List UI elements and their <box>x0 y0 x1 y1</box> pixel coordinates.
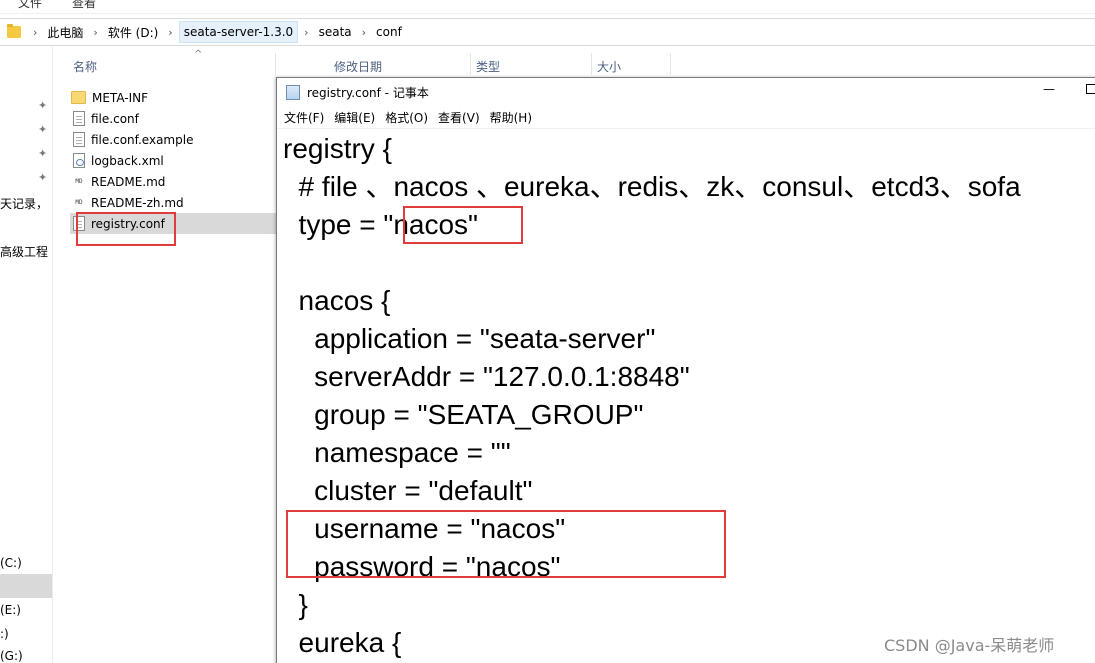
code-line: namespace = "" <box>283 437 511 468</box>
minimize-button[interactable]: — <box>1043 82 1055 96</box>
document-icon <box>73 132 85 147</box>
address-bar[interactable]: › 此电脑 › 软件 (D:) › seata-server-1.3.0 › s… <box>0 18 1095 46</box>
text-editor-area[interactable]: registry { # file 、nacos 、eureka、redis、z… <box>277 128 1095 663</box>
breadcrumb-this-pc[interactable]: 此电脑 <box>43 21 87 44</box>
nav-item-drive[interactable]: :) <box>0 627 9 641</box>
column-header-size[interactable]: 大小 <box>597 58 621 75</box>
column-header-modified[interactable]: 修改日期 <box>334 58 382 75</box>
pin-icon[interactable]: ✦ <box>38 123 47 136</box>
pin-icon[interactable]: ✦ <box>38 99 47 112</box>
menu-edit[interactable]: 编辑(E) <box>334 109 375 126</box>
chevron-right-icon[interactable]: › <box>33 26 37 39</box>
markdown-file-icon: MD <box>75 199 83 206</box>
markdown-file-icon: MD <box>75 178 83 185</box>
xml-file-icon <box>73 153 85 168</box>
breadcrumb-seata-server[interactable]: seata-server-1.3.0 <box>178 21 299 43</box>
menu-format[interactable]: 格式(O) <box>385 109 428 126</box>
nav-item-drive-g[interactable]: (G:) <box>0 649 23 663</box>
notepad-menubar: 文件(F) 编辑(E) 格式(O) 查看(V) 帮助(H) <box>277 106 1095 128</box>
breadcrumb-drive-d[interactable]: 软件 (D:) <box>104 21 162 44</box>
ribbon-tab-view[interactable]: 查看 <box>72 0 96 11</box>
chevron-right-icon[interactable]: › <box>168 26 172 39</box>
column-header-name[interactable]: 名称 <box>73 58 97 75</box>
watermark: CSDN @Java-呆萌老师 <box>884 636 1055 655</box>
nav-item-drive-c[interactable]: (C:) <box>0 556 22 570</box>
document-icon <box>73 111 85 126</box>
breadcrumb-seata[interactable]: seata <box>315 22 356 42</box>
ribbon-tabs-strip: 文件 查看 <box>0 0 1095 14</box>
menu-file[interactable]: 文件(F) <box>284 109 324 126</box>
chevron-right-icon[interactable]: › <box>304 26 308 39</box>
nav-item-drive-e[interactable]: (E:) <box>0 603 21 617</box>
navigation-pane: ✦ ✦ ✦ ✦ 天记录， 高级工程 (C:) (E:) :) (G:) <box>0 47 53 663</box>
file-row-meta-inf[interactable]: META-INF <box>71 87 275 108</box>
code-line: } <box>283 589 308 620</box>
column-divider[interactable] <box>470 53 471 75</box>
window-title: registry.conf - 记事本 <box>307 85 429 100</box>
notepad-icon <box>286 84 300 100</box>
code-line: serverAddr = "127.0.0.1:8848" <box>283 361 690 392</box>
ribbon-tab-file[interactable]: 文件 <box>18 0 42 11</box>
file-name: file.conf.example <box>91 132 194 147</box>
file-row-file-conf[interactable]: file.conf <box>71 108 275 129</box>
folder-icon <box>7 24 21 38</box>
file-name: README.md <box>91 174 166 189</box>
pin-icon[interactable]: ✦ <box>38 147 47 160</box>
menu-help[interactable]: 帮助(H) <box>490 109 532 126</box>
menu-view[interactable]: 查看(V) <box>438 109 480 126</box>
column-divider[interactable] <box>670 53 671 75</box>
file-name: file.conf <box>91 111 139 126</box>
code-line: application = "seata-server" <box>283 323 656 354</box>
chevron-right-icon[interactable]: › <box>362 26 366 39</box>
sort-ascending-icon: ^ <box>194 49 203 60</box>
file-name: META-INF <box>92 90 149 105</box>
quick-access-item[interactable]: 天记录， <box>0 195 48 212</box>
highlight-box-registry-conf <box>76 212 176 246</box>
quick-access-item[interactable]: 高级工程 <box>0 243 48 260</box>
code-line: cluster = "default" <box>283 475 533 506</box>
column-divider[interactable] <box>591 53 592 75</box>
highlight-box-credentials <box>286 510 726 578</box>
pin-icon[interactable]: ✦ <box>38 171 47 184</box>
file-row-readme-md[interactable]: MD README.md <box>71 171 275 192</box>
file-name: README-zh.md <box>91 195 184 210</box>
code-line: eureka { <box>283 627 402 658</box>
nav-item-selected[interactable] <box>0 574 52 598</box>
code-line: # file 、nacos 、eureka、redis、zk、consul、et… <box>283 171 1021 202</box>
code-line: registry { <box>283 133 392 164</box>
code-line: nacos { <box>283 285 391 316</box>
breadcrumb-conf[interactable]: conf <box>372 22 406 42</box>
code-line: group = "SEATA_GROUP" <box>283 399 644 430</box>
maximize-button[interactable] <box>1086 84 1095 94</box>
file-row-file-conf-example[interactable]: file.conf.example <box>71 129 275 150</box>
column-divider[interactable] <box>275 53 276 75</box>
column-header-type[interactable]: 类型 <box>476 58 500 75</box>
chevron-right-icon[interactable]: › <box>93 26 97 39</box>
folder-icon <box>71 91 86 104</box>
file-row-readme-zh-md[interactable]: MD README-zh.md <box>71 192 275 213</box>
file-row-logback-xml[interactable]: logback.xml <box>71 150 275 171</box>
notepad-titlebar[interactable]: registry.conf - 记事本 — <box>277 78 1095 106</box>
highlight-box-type-value <box>403 206 523 244</box>
file-name: logback.xml <box>91 153 164 168</box>
